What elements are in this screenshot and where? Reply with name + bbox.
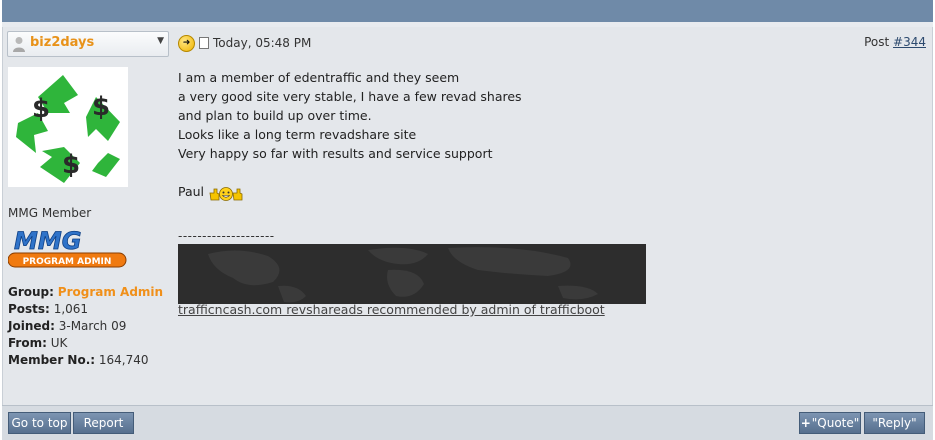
svg-text:$: $ — [32, 94, 50, 124]
program-admin-badge: MMG PROGRAM ADMIN — [8, 227, 127, 268]
post-line: Looks like a long term revadshare site — [178, 127, 417, 142]
world-map-image — [208, 247, 598, 303]
arrow-right-icon[interactable]: ➜ — [178, 34, 195, 52]
svg-text:$: $ — [62, 150, 80, 180]
top-bar — [2, 0, 933, 23]
quote-label: "Quote" — [811, 416, 860, 430]
from-label: From: — [8, 336, 47, 350]
report-button[interactable]: Report — [73, 412, 134, 434]
member-no-label: Member No.: — [8, 353, 96, 367]
joined-value: 3-March 09 — [58, 319, 127, 333]
svg-text:MMG: MMG — [14, 227, 81, 255]
thumbs-up-smiley-icon — [209, 186, 243, 201]
post-signoff: Paul — [178, 184, 205, 199]
post-body: I am a member of edentraffic and they se… — [178, 68, 522, 201]
group-label: Group: — [8, 285, 54, 299]
post-meta: ➜ Today, 05:48 PM — [178, 33, 311, 53]
chevron-down-icon: ▼ — [157, 36, 164, 46]
posts-value: 1,061 — [53, 302, 89, 316]
post-number: Post #344 — [864, 35, 926, 49]
post-line: and plan to build up over time. — [178, 108, 372, 123]
from-value: UK — [50, 336, 68, 350]
user-icon — [13, 37, 25, 52]
avatar: $ $ $ — [8, 67, 128, 187]
post-footer — [2, 405, 933, 440]
user-menu[interactable]: biz2days ▼ — [7, 31, 169, 57]
joined-label: Joined: — [8, 319, 55, 333]
post-timestamp: Today, 05:48 PM — [213, 36, 312, 50]
post-line: Very happy so far with results and servi… — [178, 146, 493, 161]
post-number-link[interactable]: #344 — [893, 35, 926, 49]
recycle-dollar-icon: $ $ $ — [16, 75, 120, 183]
quote-button[interactable]: + "Quote" — [799, 412, 861, 434]
post-line: I am a member of edentraffic and they se… — [178, 70, 460, 85]
signature-link[interactable]: trafficncash.com revshareads recommended… — [178, 302, 605, 317]
member-no-value: 164,740 — [98, 353, 149, 367]
document-icon — [199, 37, 209, 49]
post-label: Post — [864, 35, 890, 49]
plus-icon: + — [800, 416, 811, 430]
posts-label: Posts: — [8, 302, 50, 316]
profile-info: Group: Program Admin Posts: 1,061 Joined… — [8, 284, 163, 369]
post-signoff-row: Paul — [178, 182, 522, 201]
group-value: Program Admin — [57, 285, 164, 299]
signature-banner[interactable] — [178, 244, 646, 304]
signature-divider: -------------------- — [178, 229, 275, 243]
svg-text:$: $ — [92, 92, 110, 122]
post-blank — [178, 163, 522, 182]
member-title: MMG Member — [8, 206, 92, 220]
post-line: a very good site very stable, I have a f… — [178, 89, 522, 104]
reply-button[interactable]: "Reply" — [864, 412, 925, 434]
go-to-top-button[interactable]: Go to top — [8, 412, 71, 434]
username: biz2days — [30, 35, 95, 50]
badge-text: PROGRAM ADMIN — [23, 257, 112, 267]
